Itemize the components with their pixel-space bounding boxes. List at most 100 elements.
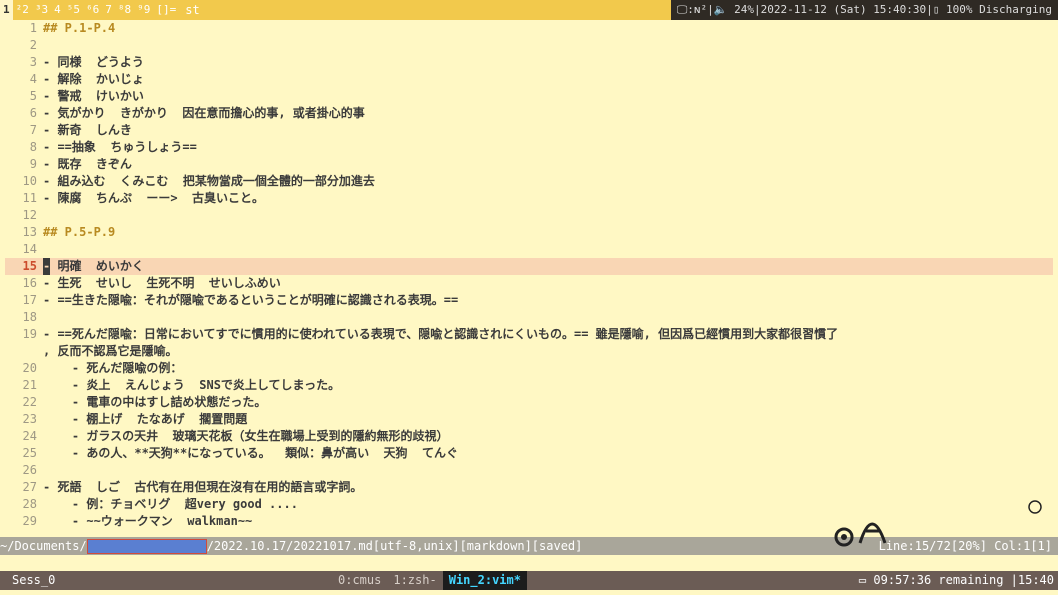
system-status: 🖵:ɴ²|🔈 24%|2022-11-12 (Sat) 15:40:30|▯ 1… <box>670 0 1058 20</box>
tmux-window-2[interactable]: Win_2:vim* <box>442 571 527 590</box>
line-text: ## P.5-P.9 <box>43 225 116 239</box>
watermark-logo <box>830 495 1050 555</box>
workspace-10[interactable]: []= <box>153 0 179 20</box>
line-number: 20 <box>22 361 37 375</box>
line-text: - 生死 せいし 生死不明 せいしふめい <box>43 276 281 290</box>
editor-line[interactable]: 9 - 既存 きぞん <box>5 156 1053 173</box>
line-text: - 死語 しご 古代有在用但現在沒有在用的語言或字詞。 <box>43 480 363 494</box>
editor-line[interactable]: 12 <box>5 207 1053 224</box>
editor-line[interactable]: 22 - 電車の中はすし詰め状態だった。 <box>5 394 1053 411</box>
editor-line[interactable]: 1 ## P.1-P.4 <box>5 20 1053 37</box>
line-number: 15 <box>22 259 37 273</box>
editor-line[interactable]: 17 - ==生きた隠喩：それが隠喩であるということが明確に認識される表現。== <box>5 292 1053 309</box>
line-text: - あの人、**天狗**になっている。 類似：鼻が高い 天狗 てんぐ <box>43 446 458 460</box>
editor-line[interactable]: 20 - 死んだ隠喩の例： <box>5 360 1053 377</box>
tmux-window-list: 0:cmus 1:zsh- Win_2:vim* <box>332 571 527 590</box>
editor-line[interactable]: 18 <box>5 309 1053 326</box>
editor-line[interactable]: 26 <box>5 462 1053 479</box>
editor-line[interactable]: 16 - 生死 せいし 生死不明 せいしふめい <box>5 275 1053 292</box>
editor-line[interactable]: 3 - 同様 どうよう <box>5 54 1053 71</box>
line-text: - 電車の中はすし詰め状態だった。 <box>43 395 267 409</box>
editor-line[interactable]: 8 - ==抽象 ちゅうしょう== <box>5 139 1053 156</box>
line-text: - 組み込む くみこむ 把某物當成一個全體的一部分加進去 <box>43 174 375 188</box>
workspace-1[interactable]: 1 <box>0 0 13 20</box>
line-text: - ==生きた隠喩：それが隠喩であるということが明確に認識される表現。== <box>43 293 459 307</box>
window-manager-bar: 1 ²2 ³3 4 ⁵5 ⁶6 7 ⁸8 ⁹9 []= st 🖵:ɴ²|🔈 24%|2022-11… <box>0 0 1058 20</box>
editor-line[interactable]: 23 - 棚上げ たなあげ 擱置問題 <box>5 411 1053 428</box>
line-text: - 解除 かいじょ <box>43 72 144 86</box>
line-text: - 棚上げ たなあげ 擱置問題 <box>43 412 248 426</box>
editor-line[interactable]: 24 - ガラスの天井 玻璃天花板（女生在職場上受到的隱約無形的歧視） <box>5 428 1053 445</box>
editor-line[interactable]: 6 - 気がかり きがかり 因在意而擔心的事, 或者掛心的事 <box>5 105 1053 122</box>
editor-line[interactable]: 21 - 炎上 えんじょう SNSで炎上してしまった。 <box>5 377 1053 394</box>
editor-line[interactable]: 5 - 警戒 けいかい <box>5 88 1053 105</box>
editor-line[interactable]: 2 <box>5 37 1053 54</box>
line-number: 10 <box>22 174 37 188</box>
line-text: - ガラスの天井 玻璃天花板（女生在職場上受到的隱約無形的歧視） <box>43 429 449 443</box>
line-text: - 新奇 しんき <box>43 123 132 137</box>
editor-line[interactable]: 25 - あの人、**天狗**になっている。 類似：鼻が高い 天狗 てんぐ <box>5 445 1053 462</box>
tmux-statusbar: Sess_0 0:cmus 1:zsh- Win_2:vim* ▭ 09:57:36… <box>0 571 1058 590</box>
line-number: 19 <box>22 327 37 341</box>
line-number: 27 <box>22 480 37 494</box>
line-text: - 炎上 えんじょう SNSで炎上してしまった。 <box>43 378 341 392</box>
line-number: 1 <box>29 21 37 35</box>
line-number: 7 <box>29 123 37 137</box>
vim-editor[interactable]: 1 ## P.1-P.4 2 3- 同様 どうよう 4 - 解除 かいじょ 5- 警戒 けい… <box>5 20 1053 537</box>
editor-line[interactable]: 7 - 新奇 しんき <box>5 122 1053 139</box>
line-text: - ==抽象 ちゅうしょう== <box>43 140 197 154</box>
battery-status: ▭ 09:57:36 remaining |15:40 <box>858 573 1054 587</box>
editor-line[interactable]: 19 - ==死んだ隠喩：日常においてすでに慣用的に使われている表現で、隠喩と認識… <box>5 326 1053 343</box>
line-number: 3 <box>29 55 37 69</box>
line-number: 12 <box>22 208 37 222</box>
workspace-2[interactable]: ²2 <box>13 0 32 20</box>
editor-line[interactable]: 4 - 解除 かいじょ <box>5 71 1053 88</box>
line-text: ## P.1-P.4 <box>43 21 116 35</box>
line-text: - ==死んだ隠喩：日常においてすでに慣用的に使われている表現で、隠喩と認識され… <box>43 327 839 341</box>
line-number: 25 <box>22 446 37 460</box>
file-path-suffix: /2022.10.17/20221017.md[utf-8,unix][mark… <box>206 539 583 553</box>
workspace-9[interactable]: ⁹9 <box>134 0 153 20</box>
editor-line[interactable]: 13 ## P.5-P.9 <box>5 224 1053 241</box>
window-title: st <box>185 3 200 17</box>
workspace-7[interactable]: 7 <box>102 0 115 20</box>
line-number: 6 <box>29 106 37 120</box>
tmux-window-0[interactable]: 0:cmus <box>332 571 387 590</box>
workspace-3[interactable]: ³3 <box>32 0 51 20</box>
line-text: - 既存 きぞん <box>43 157 132 171</box>
line-number: 4 <box>29 72 37 86</box>
line-number: 22 <box>22 395 37 409</box>
text-cursor: - <box>43 258 51 275</box>
line-number: 26 <box>22 463 37 477</box>
line-number: 17 <box>22 293 37 307</box>
line-number: 5 <box>29 89 37 103</box>
line-number: 23 <box>22 412 37 426</box>
line-number <box>5 343 43 360</box>
workspace-4[interactable]: 4 <box>51 0 64 20</box>
tmux-session: Sess_0 <box>12 573 56 587</box>
line-number: 21 <box>22 378 37 392</box>
editor-line[interactable]: 14 <box>5 241 1053 258</box>
line-number: 24 <box>22 429 37 443</box>
tmux-window-1[interactable]: 1:zsh- <box>387 571 442 590</box>
bottom-border <box>0 590 1058 595</box>
line-number: 11 <box>22 191 37 205</box>
line-number: 14 <box>22 242 37 256</box>
editor-line[interactable]: 10 - 組み込む くみこむ 把某物當成一個全體的一部分加進去 <box>5 173 1053 190</box>
editor-line[interactable]: 15- 明確 めいかく <box>5 258 1053 275</box>
line-number: 8 <box>29 140 37 154</box>
command-line[interactable] <box>0 555 1058 571</box>
editor-line[interactable]: 11 - 陳腐 ちんぷ ーー> 古臭いこと。 <box>5 190 1053 207</box>
line-text: , 反而不認爲它是隱喻。 <box>43 344 178 358</box>
editor-line[interactable]: , 反而不認爲它是隱喻。 <box>5 343 1053 360</box>
line-number: 16 <box>22 276 37 290</box>
workspace-6[interactable]: ⁶6 <box>83 0 102 20</box>
line-number: 28 <box>22 497 37 511</box>
line-text: - 死んだ隠喩の例： <box>43 361 183 375</box>
line-number: 13 <box>22 225 37 239</box>
line-number: 9 <box>29 157 37 171</box>
workspace-8[interactable]: ⁸8 <box>115 0 134 20</box>
editor-line[interactable]: 27 - 死語 しご 古代有在用但現在沒有在用的語言或字詞。 <box>5 479 1053 496</box>
line-text: - 陳腐 ちんぷ ーー> 古臭いこと。 <box>43 191 265 205</box>
workspace-5[interactable]: ⁵5 <box>64 0 83 20</box>
